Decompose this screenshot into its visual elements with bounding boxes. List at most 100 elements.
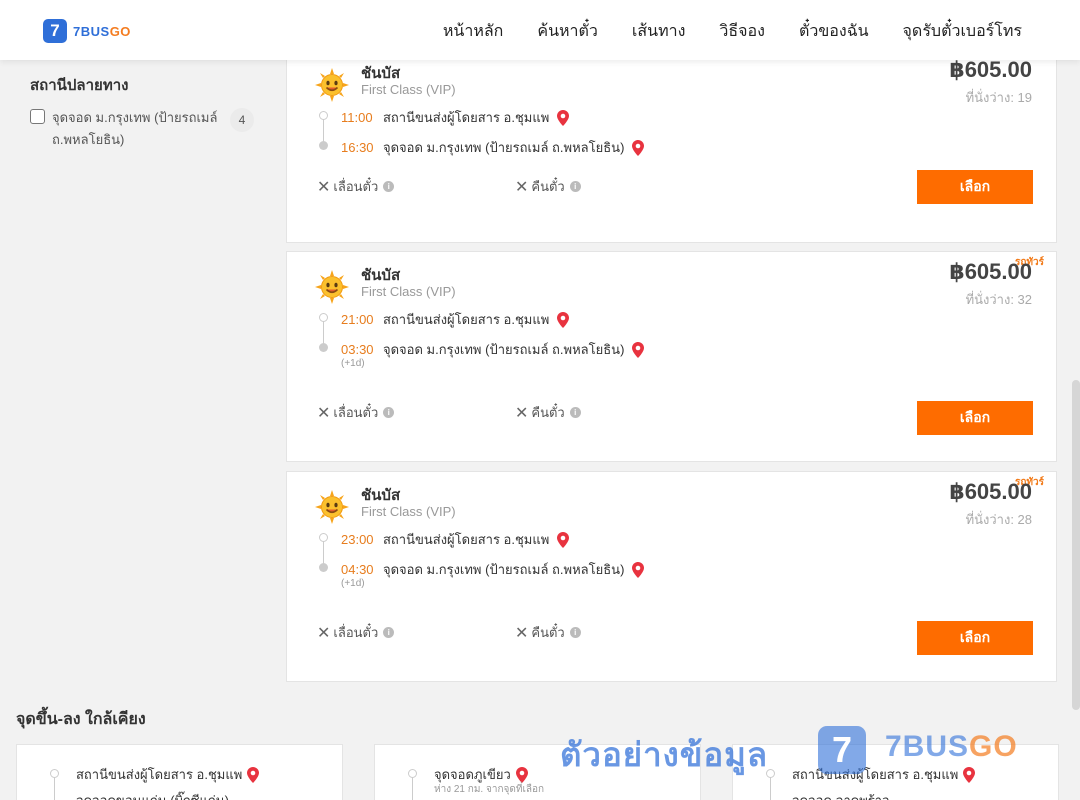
refund-label: คืนตั๋ว: [531, 405, 565, 420]
arrive-dot: [319, 343, 328, 352]
select-button[interactable]: เลือก: [917, 621, 1033, 655]
top-header: 7 7BUSGO หน้าหลัก ค้นหาตั๋ว เส้นทาง วิธี…: [0, 0, 1080, 60]
change-ticket-policy[interactable]: ✕ เลื่อนตั๋ว i: [317, 176, 395, 197]
map-pin-icon[interactable]: [632, 561, 645, 578]
change-ticket-policy[interactable]: ✕ เลื่อนตั๋ว i: [317, 402, 395, 423]
seats-available: ที่นั่งว่าง: 32: [965, 292, 1032, 307]
nearby-distance: ห่าง 21 กม. จากจุดที่เลือก: [434, 784, 545, 795]
select-button[interactable]: เลือก: [917, 170, 1033, 204]
watermark-brand-b: GO: [969, 730, 1018, 763]
refund-label: คืนตั๋ว: [531, 625, 565, 640]
refund-policy[interactable]: ✕ คืนตั๋ว i: [515, 622, 581, 643]
nearby-place-2: จุดจอดขอนแก่น (บิ๊กซีแก่น): [76, 790, 229, 800]
refund-label: คืนตั๋ว: [531, 179, 565, 194]
logo-text: 7BUSGO: [73, 24, 131, 39]
depart-stop: 21:00 สถานีขนส่งผู้โดยสาร อ.ชุมแพ: [341, 309, 570, 330]
nearby-stops-title: จุดขึ้น-ลง ใกล้เคียง: [16, 711, 146, 728]
x-icon: ✕: [515, 624, 529, 642]
change-ticket-label: เลื่อนตั๋ว: [333, 179, 379, 194]
nav-routes[interactable]: เส้นทาง: [632, 19, 686, 44]
scrollbar-thumb[interactable]: [1072, 380, 1080, 710]
watermark-brand-a: 7BUS: [885, 730, 970, 763]
seat-class: First Class (VIP): [361, 82, 456, 97]
map-pin-icon[interactable]: [515, 766, 528, 783]
depart-time: 23:00: [341, 532, 374, 547]
map-pin-icon[interactable]: [247, 766, 260, 783]
arrive-dot: [319, 141, 328, 150]
next-day-marker: (+1d): [341, 578, 365, 589]
change-ticket-label: เลื่อนตั๋ว: [333, 405, 379, 420]
arrive-dot: [319, 563, 328, 572]
site-logo[interactable]: 7 7BUSGO: [43, 19, 131, 43]
info-icon[interactable]: i: [569, 181, 581, 192]
sun-face-icon: [315, 270, 349, 304]
seats-available: ที่นั่งว่าง: 19: [965, 90, 1032, 105]
trip-card: ชันบัส First Class (VIP) ฿605.00 ที่นั่ง…: [286, 57, 1057, 243]
map-pin-icon[interactable]: [963, 766, 976, 783]
info-icon[interactable]: i: [383, 627, 395, 638]
filter-title: สถานีปลายทาง: [30, 77, 129, 94]
depart-place: สถานีขนส่งผู้โดยสาร อ.ชุมแพ: [383, 110, 550, 125]
arrive-time: 16:30: [341, 140, 374, 155]
arrive-stop: 16:30 จุดจอด ม.กรุงเทพ (ป้ายรถเมล์ ถ.พหล…: [341, 137, 645, 158]
nav-home[interactable]: หน้าหลัก: [443, 19, 504, 44]
refund-policy[interactable]: ✕ คืนตั๋ว i: [515, 176, 581, 197]
filter-count-badge: 4: [230, 108, 254, 132]
map-pin-icon[interactable]: [632, 341, 645, 358]
watermark-logo-mark: 7: [818, 726, 866, 774]
depart-dot: [319, 111, 328, 120]
depart-stop: 23:00 สถานีขนส่งผู้โดยสาร อ.ชุมแพ: [341, 529, 570, 550]
depart-dot: [319, 313, 328, 322]
page-scrollbar[interactable]: [1072, 60, 1080, 800]
refund-policy[interactable]: ✕ คืนตั๋ว i: [515, 402, 581, 423]
depart-place: สถานีขนส่งผู้โดยสาร อ.ชุมแพ: [383, 312, 550, 327]
select-button[interactable]: เลือก: [917, 401, 1033, 435]
nav-how-to-book[interactable]: วิธีจอง: [719, 19, 765, 44]
nearby-place-2: จุดจอด ลาดพร้าว: [792, 790, 889, 800]
nearby-place-2-label: จุดจอด ลาดพร้าว: [792, 790, 889, 800]
ticket-price: ฿605.00: [949, 57, 1032, 82]
nearby-place-label: สถานีขนส่งผู้โดยสาร อ.ชุมแพ: [76, 767, 243, 782]
arrive-stop: 03:30 จุดจอด ม.กรุงเทพ (ป้ายรถเมล์ ถ.พหล…: [341, 339, 645, 360]
filter-checkbox[interactable]: [30, 109, 45, 124]
arrive-place: จุดจอด ม.กรุงเทพ (ป้ายรถเมล์ ถ.พหลโยธิน): [383, 140, 625, 155]
sun-face-icon: [315, 68, 349, 102]
filter-option[interactable]: จุดจอด ม.กรุงเทพ (ป้ายรถเมล์ ถ.พหลโยธิน)…: [30, 107, 260, 151]
stop-dot: [408, 769, 417, 778]
depart-stop: 11:00 สถานีขนส่งผู้โดยสาร อ.ชุมแพ: [341, 107, 570, 128]
x-icon: ✕: [317, 404, 331, 422]
logo-text-a: 7BUS: [73, 23, 110, 39]
arrive-place: จุดจอด ม.กรุงเทพ (ป้ายรถเมล์ ถ.พหลโยธิน): [383, 342, 625, 357]
watermark-brand: 7BUSGO: [885, 730, 1018, 764]
nav-search-ticket[interactable]: ค้นหาตั๋ว: [537, 19, 598, 44]
info-icon[interactable]: i: [383, 181, 395, 192]
nav-my-tickets[interactable]: ตั๋วของฉัน: [799, 19, 869, 44]
map-pin-icon[interactable]: [557, 109, 570, 126]
stop-dot: [50, 769, 59, 778]
info-icon[interactable]: i: [569, 627, 581, 638]
main-nav: หน้าหลัก ค้นหาตั๋ว เส้นทาง วิธีจอง ตั๋วข…: [443, 19, 1022, 44]
depart-time: 11:00: [341, 110, 373, 125]
change-ticket-policy[interactable]: ✕ เลื่อนตั๋ว i: [317, 622, 395, 643]
arrive-stop: 04:30 จุดจอด ม.กรุงเทพ (ป้ายรถเมล์ ถ.พหล…: [341, 559, 645, 580]
nearby-place: สถานีขนส่งผู้โดยสาร อ.ชุมแพ: [76, 764, 260, 785]
nearby-card[interactable]: สถานีขนส่งผู้โดยสาร อ.ชุมแพ จุดจอดขอนแก่…: [16, 744, 343, 800]
info-icon[interactable]: i: [383, 407, 395, 418]
map-pin-icon[interactable]: [557, 311, 570, 328]
arrive-time: 03:30: [341, 342, 374, 357]
x-icon: ✕: [317, 624, 331, 642]
depart-dot: [319, 533, 328, 542]
trip-card: รถทัวร์ ชันบัส First Class (VIP) ฿605.00…: [286, 251, 1057, 462]
trip-card: รถทัวร์ ชันบัส First Class (VIP) ฿605.00…: [286, 471, 1057, 682]
map-pin-icon[interactable]: [557, 531, 570, 548]
destination-filter: สถานีปลายทาง จุดจอด ม.กรุงเทพ (ป้ายรถเมล…: [30, 73, 260, 151]
seat-class: First Class (VIP): [361, 504, 456, 519]
arrive-time: 04:30: [341, 562, 374, 577]
ticket-price: ฿605.00: [949, 259, 1032, 284]
logo-text-b: GO: [109, 23, 131, 39]
change-ticket-label: เลื่อนตั๋ว: [333, 625, 379, 640]
info-icon[interactable]: i: [569, 407, 581, 418]
map-pin-icon[interactable]: [632, 139, 645, 156]
x-icon: ✕: [317, 178, 331, 196]
nav-ticket-pickup[interactable]: จุดรับตั๋วเบอร์โทร: [903, 19, 1022, 44]
